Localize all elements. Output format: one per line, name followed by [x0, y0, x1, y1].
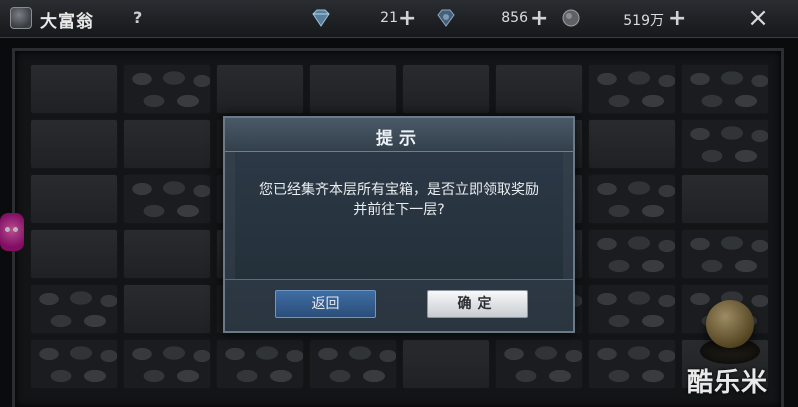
- confirm-button[interactable]: 确定: [427, 290, 528, 318]
- gem-count: 856: [501, 10, 528, 26]
- gem-icon: [437, 9, 455, 27]
- add-diamond-button[interactable]: +: [398, 6, 416, 31]
- dialog-header: 提示: [225, 118, 573, 152]
- coin-icon: [562, 9, 580, 27]
- dialog-divider: [225, 279, 573, 280]
- back-button[interactable]: 返回: [275, 290, 376, 318]
- diamond-resource: 21 +: [310, 6, 418, 32]
- diamond-icon: [312, 9, 330, 27]
- dialog-message-line2: 并前往下一层?: [353, 202, 445, 218]
- diamond-count: 21: [380, 10, 398, 26]
- coin-resource: 519万 +: [560, 6, 690, 32]
- help-button[interactable]: ?: [133, 8, 142, 27]
- coin-count: 519万: [623, 13, 664, 29]
- top-bar: 大富翁 ? 21 + 856 + 519万 + ×: [0, 0, 798, 38]
- page-title: 大富翁: [40, 12, 94, 32]
- add-coin-button[interactable]: +: [668, 6, 686, 31]
- monopoly-logo-icon: [10, 7, 32, 29]
- add-gem-button[interactable]: +: [530, 6, 548, 31]
- prompt-dialog: 提示 您已经集齐本层所有宝箱，是否立即领取奖励 并前往下一层? 返回 确定: [223, 116, 575, 333]
- dialog-title: 提示: [376, 129, 422, 149]
- dialog-message-line1: 您已经集齐本层所有宝箱，是否立即领取奖励: [259, 182, 539, 198]
- dialog-body: 您已经集齐本层所有宝箱，是否立即领取奖励 并前往下一层?: [235, 152, 563, 279]
- close-button[interactable]: ×: [742, 3, 774, 33]
- gem-resource: 856 +: [435, 6, 548, 32]
- watermark-logo: 酷乐米: [687, 368, 769, 398]
